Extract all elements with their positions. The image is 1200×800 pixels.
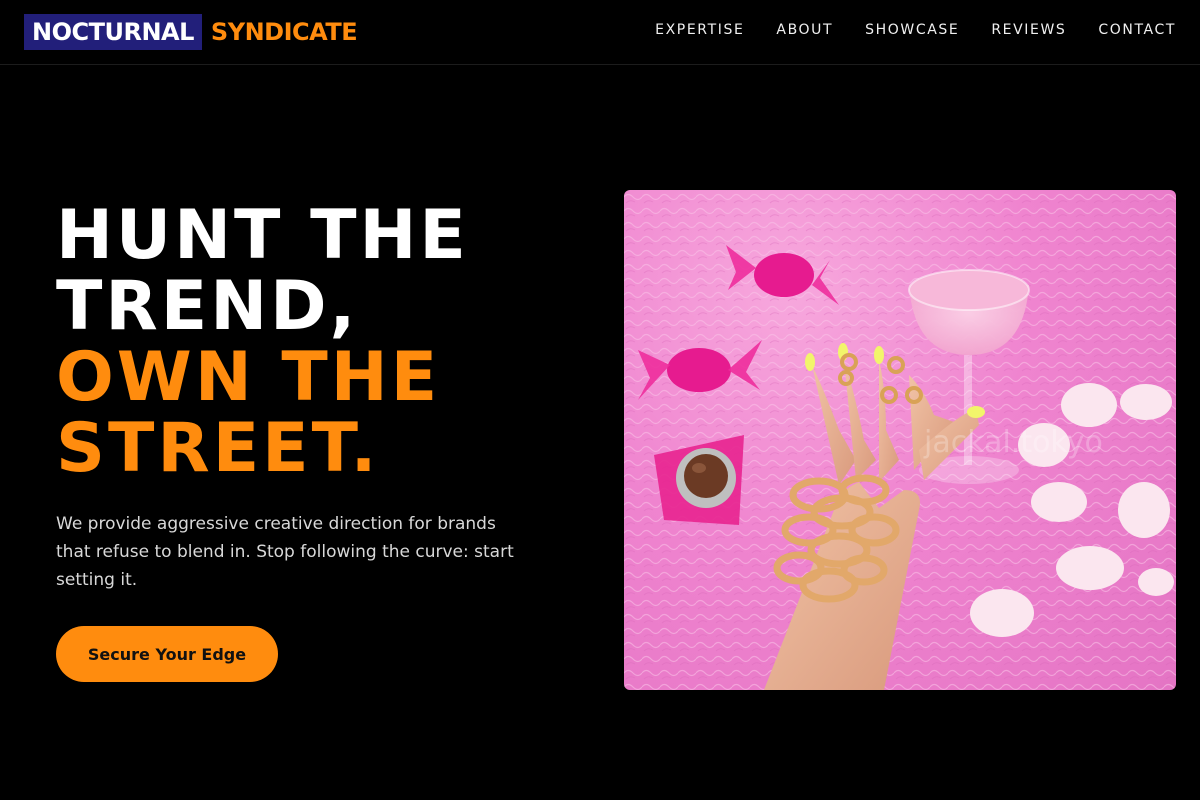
hero-title-line-3: OWN THE (56, 338, 441, 417)
hero-subtitle: We provide aggressive creative direction… (56, 514, 514, 590)
cta-button[interactable]: Secure Your Edge (56, 626, 278, 682)
hero-image: jackal.tokyo (624, 190, 1176, 690)
hero-title-line-4: STREET. (56, 409, 380, 488)
main-nav: EXPERTISE ABOUT SHOWCASE REVIEWS CONTACT (655, 21, 1176, 39)
nav-link-about[interactable]: ABOUT (776, 21, 833, 39)
nav-link-expertise[interactable]: EXPERTISE (655, 21, 744, 39)
hero-image-illustration: jackal.tokyo (624, 190, 1176, 690)
nav-link-contact[interactable]: CONTACT (1098, 21, 1176, 39)
hero-title-line-2: TREND, (56, 267, 359, 346)
site-header: NOCTURNAL SYNDICATE EXPERTISE ABOUT SHOW… (0, 0, 1200, 65)
hero-title: HUNT THE TREND, OWN THE STREET. (56, 200, 596, 484)
hero-title-line-1: HUNT THE (56, 196, 469, 275)
image-watermark: jackal.tokyo (923, 425, 1103, 460)
brand-name-accent: SYNDICATE (210, 18, 358, 46)
brand-logo[interactable]: NOCTURNAL SYNDICATE (24, 14, 358, 50)
brand-name-primary: NOCTURNAL (24, 14, 202, 50)
nav-link-showcase[interactable]: SHOWCASE (865, 21, 959, 39)
nav-link-reviews[interactable]: REVIEWS (991, 21, 1066, 39)
